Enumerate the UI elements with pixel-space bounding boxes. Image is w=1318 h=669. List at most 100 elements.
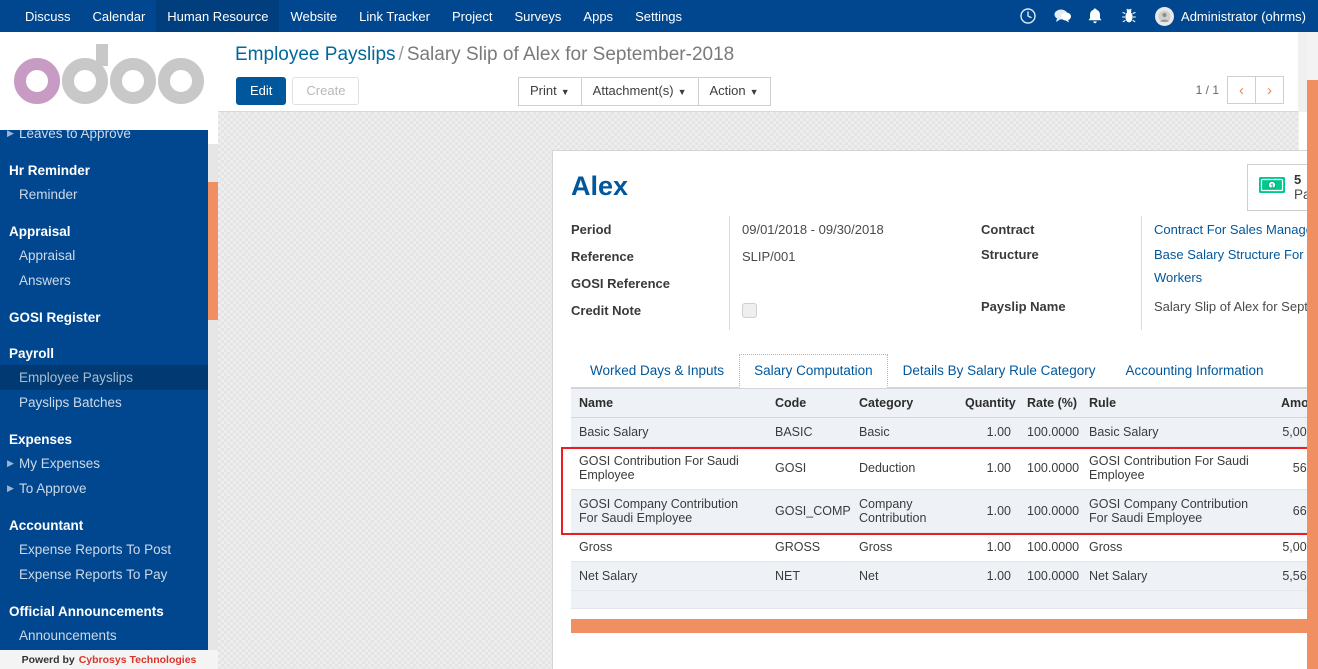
chevron-down-icon: ▼ [677, 87, 687, 97]
breadcrumb-current: Salary Slip of Alex for September-2018 [406, 44, 735, 65]
chevron-right-icon: ▶ [7, 130, 14, 138]
cell-category: Company Contribution [851, 489, 957, 533]
sidebar-item-reminder[interactable]: Reminder [0, 182, 208, 207]
salary-computation-table: NameCodeCategoryQuantityRate (%)RuleAmou… [571, 388, 1318, 591]
page-scrollbar-thumb[interactable] [1307, 80, 1318, 669]
sidebar-item-label: Answers [19, 273, 71, 288]
action-dropdown[interactable]: Action ▼ [697, 77, 771, 106]
form-column-right: Contract Structure Payslip Name Contract F… [981, 216, 1318, 330]
print-dropdown[interactable]: Print ▼ [518, 77, 582, 106]
column-header-code[interactable]: Code [767, 388, 851, 418]
nav-item-discuss[interactable]: Discuss [14, 0, 82, 32]
cell-quantity: 1.00 [957, 489, 1019, 533]
create-button[interactable]: Create [292, 77, 360, 105]
left-field-values: 09/01/2018 - 09/30/2018 SLIP/001 [729, 216, 981, 330]
bell-icon[interactable] [1087, 7, 1105, 25]
main-content: Employee Payslips / Salary Slip of Alex fo… [218, 32, 1318, 669]
print-label: Print [530, 83, 557, 98]
table-row[interactable]: GOSI Company Contribution For Saudi Empl… [571, 489, 1318, 533]
table-row[interactable]: GrossGROSSGross1.00100.0000Gross5,000.00… [571, 532, 1318, 562]
sidebar: ▶ Leaves to Approve Hr Reminder Reminder App… [0, 32, 218, 669]
sidebar-item-expense-reports-to-pay[interactable]: Expense Reports To Pay [0, 562, 208, 587]
chevron-right-icon[interactable]: › [1255, 76, 1284, 104]
horizontal-scrollbar-track[interactable] [571, 619, 1318, 633]
column-header-name[interactable]: Name [571, 388, 767, 418]
column-header-quantity[interactable]: Quantity [957, 388, 1019, 418]
breadcrumb-root-link[interactable]: Employee Payslips [235, 44, 396, 65]
sidebar-section-expenses: Expenses [9, 432, 73, 447]
breadcrumb-separator: / [398, 44, 404, 65]
pager-buttons: ‹ › [1227, 76, 1284, 104]
avatar [1155, 6, 1175, 26]
field-value-wrapper [742, 303, 981, 330]
edit-button[interactable]: Edit [236, 77, 287, 105]
sidebar-section-gosi-register: GOSI Register [9, 310, 101, 325]
nav-item-project[interactable]: Project [441, 0, 503, 32]
field-value-contract[interactable]: Contract For Sales Manager [1154, 216, 1318, 243]
sidebar-item-appraisal[interactable]: Appraisal [0, 243, 208, 268]
table-footer-spacer [571, 591, 1318, 609]
user-menu[interactable]: Administrator (ohrms) [1155, 6, 1306, 26]
sidebar-item-payslips-batches[interactable]: Payslips Batches [0, 390, 208, 415]
breadcrumb: Employee Payslips / Salary Slip of Alex fo… [235, 44, 734, 66]
column-header-rule[interactable]: Rule [1081, 388, 1273, 418]
sidebar-item-label: Appraisal [19, 248, 76, 263]
table-row[interactable]: GOSI Contribution For Saudi Employee GOSI… [571, 446, 1318, 490]
sidebar-item-label: Payslips Batches [19, 395, 122, 410]
nav-item-surveys[interactable]: Surveys [503, 0, 572, 32]
form-column-left: Period Reference GOSI Reference Credit Note… [571, 216, 981, 330]
sidebar-item-leaves-to-approve[interactable]: ▶ Leaves to Approve [0, 130, 208, 146]
powered-by-footer: Powerd by Cybrosys Technologies [0, 650, 218, 669]
cell-quantity: 1.00 [957, 532, 1019, 562]
field-label-structure: Structure [981, 247, 1039, 262]
horizontal-scrollbar-thumb[interactable] [571, 619, 1318, 633]
chat-icon[interactable] [1053, 7, 1072, 25]
cell-name: GOSI Contribution For Saudi Employee [571, 446, 767, 490]
field-label-gosi-reference: GOSI Reference [571, 276, 670, 291]
pager-counter: 1 / 1 [1195, 83, 1219, 97]
table-row[interactable]: Basic Salary BASIC Basic 1.00 100.0000 Basic … [571, 417, 1318, 447]
nav-item-link-tracker[interactable]: Link Tracker [348, 0, 441, 32]
sidebar-item-answers[interactable]: Answers [0, 268, 208, 293]
sidebar-item-employee-payslips[interactable]: Employee Payslips [0, 365, 208, 390]
sidebar-item-my-expenses[interactable]: ▶ My Expenses [0, 451, 208, 476]
field-value-structure[interactable]: Base Salary Structure For Saudi Workers [1154, 243, 1318, 293]
chevron-left-icon[interactable]: ‹ [1227, 76, 1256, 104]
attachments-label: Attachment(s) [592, 83, 674, 98]
nav-item-website[interactable]: Website [279, 0, 348, 32]
tab-salary-computation[interactable]: Salary Computation [739, 354, 888, 388]
sidebar-item-label: Employee Payslips [19, 370, 134, 385]
sidebar-item-announcements[interactable]: Announcements [0, 623, 208, 648]
bug-icon[interactable] [1121, 7, 1139, 25]
credit-note-checkbox[interactable] [742, 303, 757, 318]
sidebar-scrollbar-thumb[interactable] [208, 182, 218, 320]
chevron-right-icon: ▶ [7, 483, 14, 493]
sidebar-item-label: Reminder [19, 187, 78, 202]
table-row[interactable]: Net Salary NET Net 1.00 100.0000 Net Salary 5,… [571, 561, 1318, 591]
column-header-category[interactable]: Category [851, 388, 957, 418]
cell-code: NET [767, 561, 851, 591]
sidebar-item-label: Expense Reports To Pay [19, 567, 168, 582]
record-action-buttons: Edit Create [236, 77, 360, 105]
pager: 1 / 1 ‹ › [1196, 76, 1284, 104]
sidebar-item-expense-reports-to-post[interactable]: Expense Reports To Post [0, 537, 208, 562]
cell-rule: GOSI Company Contribution For Saudi Empl… [1081, 489, 1273, 533]
odoo-logo[interactable] [0, 32, 218, 130]
nav-item-settings[interactable]: Settings [624, 0, 693, 32]
tab-details-by-salary-rule-category[interactable]: Details By Salary Rule Category [888, 354, 1111, 388]
sidebar-item-to-approve[interactable]: ▶ To Approve [0, 476, 208, 501]
tab-worked-days-inputs[interactable]: Worked Days & Inputs [575, 354, 739, 388]
clock-icon[interactable] [1019, 7, 1037, 25]
attachments-dropdown[interactable]: Attachment(s) ▼ [580, 77, 699, 106]
nav-item-apps[interactable]: Apps [572, 0, 624, 32]
tab-accounting-information[interactable]: Accounting Information [1110, 354, 1278, 388]
nav-item-calendar[interactable]: Calendar [82, 0, 157, 32]
nav-item-human-resource[interactable]: Human Resource [156, 0, 280, 32]
control-panel-dropdowns: Print ▼ Attachment(s) ▼ Action ▼ [518, 77, 771, 106]
column-header-rate[interactable]: Rate (%) [1019, 388, 1081, 418]
cell-quantity: 1.00 [957, 561, 1019, 591]
cell-rule: Net Salary [1081, 561, 1273, 591]
cell-rule: GOSI Contribution For Saudi Employee [1081, 446, 1273, 490]
sidebar-section-official-announcements: Official Announcements [9, 604, 164, 619]
left-field-labels: Period Reference GOSI Reference Credit Note [571, 216, 729, 330]
